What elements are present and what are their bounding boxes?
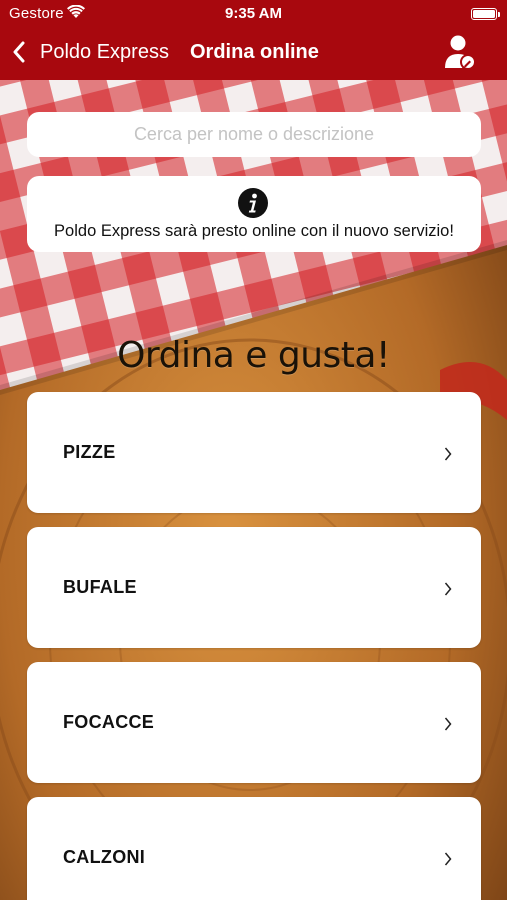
search-input[interactable] [27, 112, 481, 157]
section-headline: Ordina e gusta! [117, 335, 390, 376]
category-item-calzoni[interactable]: CALZONI [27, 797, 481, 900]
battery-icon [471, 8, 500, 20]
app-header: Gestore 9:35 AM Poldo Express Ordina onl… [0, 0, 507, 80]
chevron-right-icon [444, 852, 452, 866]
navigation-bar: Poldo Express Ordina online [0, 30, 507, 74]
category-label: BUFALE [63, 577, 137, 597]
back-label: Poldo Express [40, 40, 169, 63]
chevron-right-icon [444, 447, 452, 461]
status-bar: Gestore 9:35 AM [0, 0, 507, 26]
category-label: PIZZE [63, 442, 116, 462]
info-icon [238, 188, 268, 218]
category-item-pizze[interactable]: PIZZE [27, 392, 481, 513]
user-edit-icon[interactable] [444, 34, 476, 70]
chevron-right-icon [444, 582, 452, 596]
notice-text: Poldo Express sarà presto online con il … [54, 222, 454, 240]
category-item-focacce[interactable]: FOCACCE [27, 662, 481, 783]
category-item-bufale[interactable]: BUFALE [27, 527, 481, 648]
page-title: Ordina online [190, 41, 319, 63]
clock: 9:35 AM [225, 5, 282, 22]
chevron-left-icon [13, 41, 25, 63]
category-label: CALZONI [63, 847, 146, 867]
back-button[interactable]: Poldo Express [12, 36, 169, 68]
category-label: FOCACCE [63, 712, 155, 732]
category-list: PIZZE BUFALE FOCACCE CALZONI [27, 392, 481, 900]
search-field[interactable] [27, 112, 481, 157]
chevron-right-icon [444, 717, 452, 731]
